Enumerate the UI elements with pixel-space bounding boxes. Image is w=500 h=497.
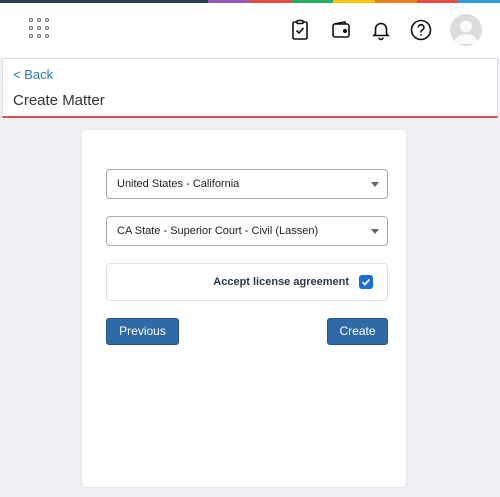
chevron-down-icon <box>371 182 379 187</box>
page-title: Create Matter <box>13 92 105 109</box>
apps-grid-icon[interactable] <box>29 18 50 39</box>
court-value: CA State - Superior Court - Civil (Lasse… <box>117 225 319 237</box>
jurisdiction-value: United States - California <box>117 178 240 190</box>
license-agreement-box: Accept license agreement <box>106 263 388 301</box>
wallet-icon[interactable] <box>329 18 353 42</box>
help-icon[interactable] <box>409 18 433 42</box>
clipboard-check-icon[interactable] <box>288 18 312 42</box>
jurisdiction-select[interactable]: United States - California <box>106 169 388 199</box>
license-agreement-checkbox[interactable] <box>359 275 373 289</box>
create-button[interactable]: Create <box>327 318 388 345</box>
previous-button[interactable]: Previous <box>106 318 179 345</box>
back-link[interactable]: < Back <box>13 67 53 82</box>
page-header: < Back Create Matter <box>2 58 498 118</box>
user-avatar-icon[interactable] <box>450 14 482 46</box>
court-select[interactable]: CA State - Superior Court - Civil (Lasse… <box>106 216 388 246</box>
create-matter-form-panel: United States - California CA State - Su… <box>82 130 406 487</box>
checkmark-icon <box>361 278 371 286</box>
top-navigation-bar <box>0 3 500 58</box>
bell-icon[interactable] <box>369 18 393 42</box>
license-agreement-label: Accept license agreement <box>213 276 349 288</box>
chevron-down-icon <box>371 229 379 234</box>
